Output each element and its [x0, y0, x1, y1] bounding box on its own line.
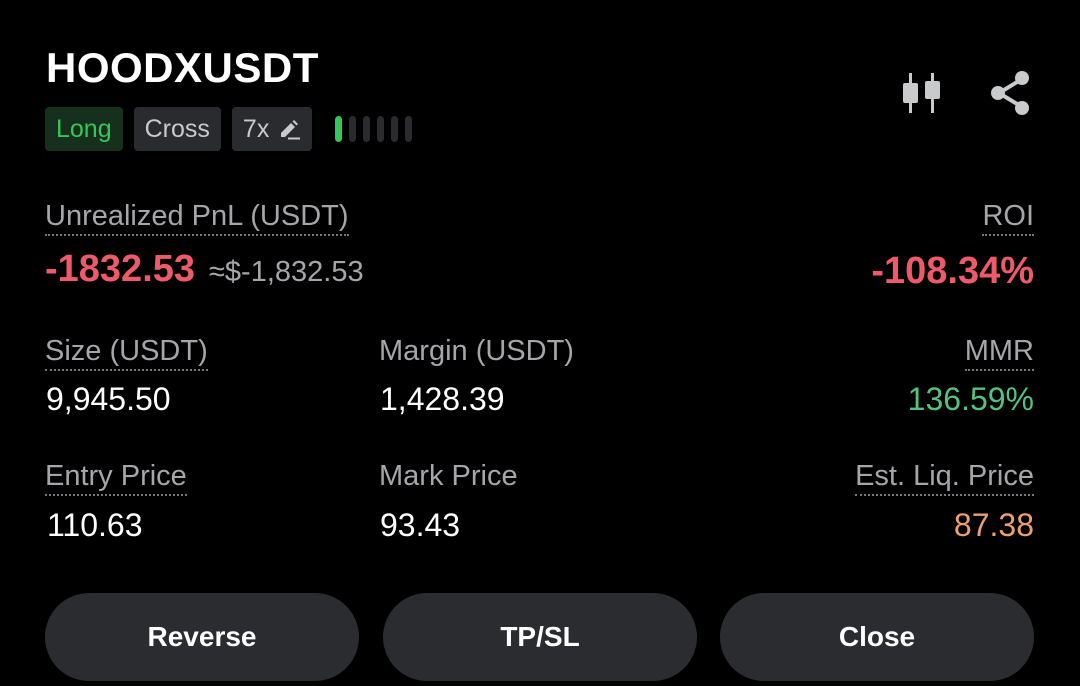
margin-mode-badge[interactable]: Cross: [133, 107, 221, 151]
roi-value: -108.34%: [871, 250, 1034, 292]
unrealized-pnl: -1832.53 ≈$-1,832.53: [45, 248, 364, 291]
size-label[interactable]: Size (USDT): [45, 335, 208, 372]
margin-value: 1,428.39: [380, 381, 505, 417]
pencil-edit-icon: [277, 118, 301, 140]
entry-price-value: 110.63: [47, 507, 143, 543]
margin-label: Margin (USDT): [379, 335, 574, 367]
symbol-title: HOODXUSDT: [46, 44, 319, 91]
unrealized-pnl-value: -1832.53: [45, 248, 196, 290]
share-icon[interactable]: [988, 70, 1032, 116]
mmr-value: 136.59%: [907, 381, 1034, 417]
risk-bar: [391, 116, 399, 142]
risk-bar: [335, 116, 343, 142]
mark-price-value: 93.43: [380, 507, 461, 543]
reverse-button[interactable]: Reverse: [45, 593, 359, 681]
tp-sl-button[interactable]: TP/SL: [383, 593, 697, 681]
leverage-value: 7x: [242, 115, 270, 143]
side-badge: Long: [45, 107, 123, 151]
mmr-label[interactable]: MMR: [964, 335, 1034, 372]
est-liq-price-value: 87.38: [953, 507, 1034, 543]
entry-price-label[interactable]: Entry Price: [45, 460, 187, 497]
unrealized-pnl-label[interactable]: Unrealized PnL (USDT): [45, 200, 349, 237]
risk-bar: [363, 116, 371, 142]
position-tags: Long Cross 7x: [45, 107, 413, 151]
roi-label[interactable]: ROI: [982, 200, 1034, 237]
header-actions: [900, 70, 1032, 116]
est-liq-price-label[interactable]: Est. Liq. Price: [855, 460, 1034, 497]
risk-bar: [349, 116, 357, 142]
risk-bar: [405, 116, 413, 142]
leverage-button[interactable]: 7x: [231, 107, 313, 151]
risk-level-indicator: [335, 116, 413, 142]
risk-bar: [377, 116, 385, 142]
close-position-button[interactable]: Close: [720, 593, 1034, 681]
mark-price-label: Mark Price: [379, 460, 518, 492]
candlestick-chart-icon[interactable]: [900, 71, 944, 115]
unrealized-pnl-usd: ≈$-1,832.53: [209, 256, 364, 288]
size-value: 9,945.50: [46, 381, 171, 417]
